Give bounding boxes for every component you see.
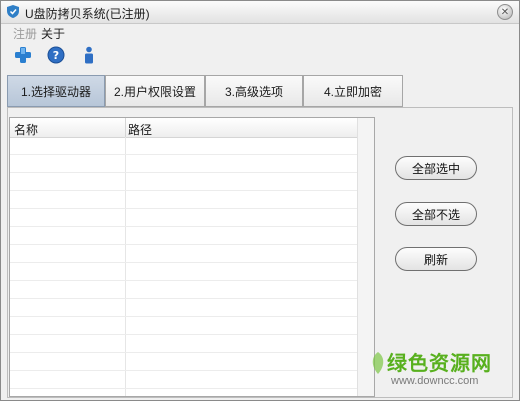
column-header-name[interactable]: 名称: [14, 121, 38, 138]
column-header-path[interactable]: 路径: [128, 121, 152, 138]
list-row[interactable]: [10, 227, 358, 245]
list-row[interactable]: [10, 137, 358, 155]
list-header: 名称 路径: [10, 118, 374, 138]
watermark-text: 绿色资源网: [387, 353, 492, 375]
list-row[interactable]: [10, 263, 358, 281]
list-row[interactable]: [10, 209, 358, 227]
add-icon: [15, 47, 31, 63]
list-row[interactable]: [10, 299, 358, 317]
title-bar: U盘防拷贝系统(已注册) ✕: [1, 1, 519, 24]
site-watermark: 绿色资源网 www.downcc.com: [372, 347, 513, 395]
window-title: U盘防拷贝系统(已注册): [25, 7, 150, 21]
list-row[interactable]: [10, 371, 358, 389]
select-all-button[interactable]: 全部选中: [395, 156, 477, 180]
list-row[interactable]: [10, 353, 358, 371]
app-window: U盘防拷贝系统(已注册) ✕ 注册 关于 ? 1.选择驱动器 2.用户权限设置 …: [0, 0, 520, 401]
tab-encrypt-now[interactable]: 4.立即加密: [303, 75, 403, 107]
tab-advanced-options[interactable]: 3.高级选项: [205, 75, 303, 107]
toolbar: ?: [1, 41, 519, 69]
info-icon: [85, 46, 93, 64]
menu-bar: 注册 关于: [1, 23, 519, 41]
list-row[interactable]: [10, 335, 358, 353]
menu-about[interactable]: 关于: [41, 25, 65, 42]
shield-icon: [7, 5, 19, 18]
tab-bar: 1.选择驱动器 2.用户权限设置 3.高级选项 4.立即加密: [7, 75, 407, 107]
help-icon: ?: [47, 46, 65, 64]
help-button[interactable]: ?: [46, 45, 66, 65]
close-window-button[interactable]: ✕: [497, 4, 513, 20]
list-row[interactable]: [10, 245, 358, 263]
menu-register[interactable]: 注册: [13, 25, 37, 42]
list-row[interactable]: [10, 281, 358, 299]
svg-text:?: ?: [53, 49, 59, 62]
tab-user-permissions[interactable]: 2.用户权限设置: [105, 75, 205, 107]
column-divider[interactable]: [125, 118, 126, 137]
leaf-icon: [372, 352, 384, 374]
watermark-url: www.downcc.com: [391, 375, 479, 387]
refresh-button[interactable]: 刷新: [395, 247, 477, 271]
close-icon: ✕: [500, 6, 510, 18]
drive-list[interactable]: 名称 路径: [9, 117, 375, 397]
info-button[interactable]: [79, 45, 99, 65]
list-row[interactable]: [10, 317, 358, 335]
select-none-button[interactable]: 全部不选: [395, 202, 477, 226]
tab-select-drive[interactable]: 1.选择驱动器: [7, 75, 105, 107]
list-row[interactable]: [10, 155, 358, 173]
list-row[interactable]: [10, 191, 358, 209]
list-row[interactable]: [10, 173, 358, 191]
add-button[interactable]: [13, 45, 33, 65]
